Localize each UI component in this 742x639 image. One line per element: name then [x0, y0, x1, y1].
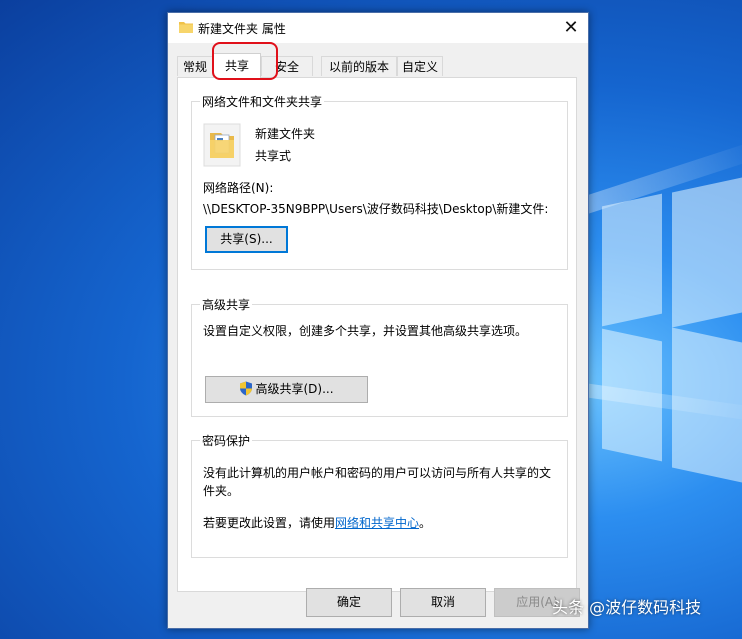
password-protection-description: 没有此计算机的用户帐户和密码的用户可以访问与所有人共享的文件夹。: [203, 466, 552, 498]
close-button[interactable]: ✕: [554, 13, 588, 43]
network-path-value[interactable]: \\DESKTOP-35N9BPP\Users\波仔数码科技\Desktop\新…: [203, 200, 565, 217]
advanced-sharing-button[interactable]: 高级共享(D)...: [205, 376, 368, 403]
windows-logo-pane: [602, 193, 662, 327]
folder-share-status: 共享式: [255, 149, 292, 163]
watermark: 头条 @波仔数码科技: [552, 598, 702, 617]
change-setting-prefix: 若要更改此设置，请使用: [203, 516, 336, 530]
tab-general[interactable]: 常规: [177, 56, 213, 76]
change-setting-line: 若要更改此设置，请使用网络和共享中心。: [203, 514, 431, 531]
change-setting-suffix: 。: [419, 516, 432, 530]
title-bar[interactable]: 新建文件夹 属性 ✕: [168, 13, 588, 43]
ok-button[interactable]: 确定: [306, 588, 392, 617]
highlight-circle: [212, 42, 278, 80]
folder-icon: [179, 22, 193, 33]
cancel-button[interactable]: 取消: [400, 588, 486, 617]
network-sharing-group: 网络文件和文件夹共享 新建文件夹 共享式 网络路径(N): \\DESKTOP-…: [191, 93, 568, 270]
network-path-label: 网络路径(N):: [203, 181, 274, 195]
sharing-panel: 网络文件和文件夹共享 新建文件夹 共享式 网络路径(N): \\DESKTOP-…: [177, 77, 577, 592]
network-sharing-center-link[interactable]: 网络和共享中心: [335, 516, 419, 530]
password-protection-group: 密码保护 没有此计算机的用户帐户和密码的用户可以访问与所有人共享的文件夹。 若要…: [191, 432, 568, 558]
advanced-sharing-button-label: 高级共享(D)...: [255, 382, 334, 396]
folder-name: 新建文件夹: [255, 127, 316, 141]
group-title: 网络文件和文件夹共享: [200, 93, 325, 110]
advanced-sharing-group: 高级共享 设置自定义权限，创建多个共享，并设置其他高级共享选项。 高级共享(D)…: [191, 296, 568, 417]
uac-shield-icon: [240, 381, 253, 396]
properties-dialog: 新建文件夹 属性 ✕ 常规 共享 安全 以前的版本 自定义 网络文件和文件夹共享…: [167, 12, 589, 629]
windows-logo-pane: [672, 327, 742, 483]
group-title: 密码保护: [200, 432, 253, 449]
window-title: 新建文件夹 属性: [198, 22, 286, 36]
share-button[interactable]: 共享(S)...: [205, 226, 288, 253]
group-title: 高级共享: [200, 296, 253, 313]
advanced-sharing-description: 设置自定义权限，创建多个共享，并设置其他高级共享选项。: [203, 324, 528, 338]
windows-logo-pane: [672, 177, 742, 328]
tab-customize[interactable]: 自定义: [397, 56, 443, 76]
tab-previous-versions[interactable]: 以前的版本: [321, 56, 397, 76]
shared-folder-icon: [203, 123, 241, 167]
windows-logo-pane: [602, 328, 662, 462]
